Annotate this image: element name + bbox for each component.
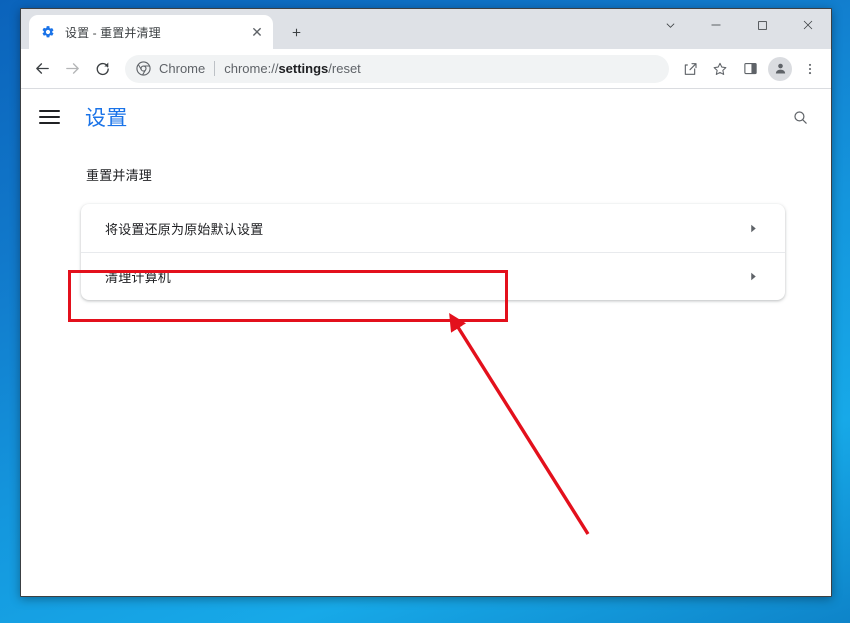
maximize-button[interactable] bbox=[739, 9, 785, 41]
back-button[interactable] bbox=[27, 54, 57, 84]
hamburger-bar bbox=[39, 122, 60, 124]
chevron-right-icon bbox=[745, 269, 761, 285]
hamburger-menu-icon[interactable] bbox=[39, 105, 63, 129]
side-panel-icon bbox=[743, 62, 757, 75]
reload-icon bbox=[96, 62, 109, 76]
url-bold-segment: settings bbox=[278, 61, 329, 76]
address-bar[interactable]: Chrome chrome://settings/reset bbox=[125, 54, 669, 83]
omnibox-scheme-label: Chrome bbox=[159, 61, 206, 76]
minimize-button[interactable] bbox=[693, 9, 739, 41]
close-window-button[interactable] bbox=[785, 9, 831, 41]
omnibox-url-text: chrome://settings/reset bbox=[224, 61, 361, 76]
settings-header: 设置 bbox=[21, 89, 831, 145]
settings-page: 设置 重置并清理 将设置还原为原始默认设置 清理计算机 bbox=[21, 89, 831, 596]
chevron-right-icon bbox=[745, 220, 761, 236]
hamburger-bar bbox=[39, 110, 60, 112]
tab-strip: 设置 - 重置并清理 ✕ bbox=[21, 9, 831, 49]
chrome-browser-window: 设置 - 重置并清理 ✕ Chrome chrome://settings/re… bbox=[20, 8, 832, 597]
browser-toolbar: Chrome chrome://settings/reset bbox=[21, 49, 831, 89]
url-prefix: chrome:// bbox=[224, 61, 279, 76]
chevron-down-icon bbox=[666, 22, 674, 28]
share-button[interactable] bbox=[675, 54, 705, 84]
tab-title: 设置 - 重置并清理 bbox=[65, 25, 161, 40]
row-clean-up-computer[interactable]: 清理计算机 bbox=[81, 252, 785, 300]
share-icon bbox=[684, 62, 697, 75]
settings-body: 重置并清理 将设置还原为原始默认设置 清理计算机 bbox=[21, 145, 831, 300]
profile-button[interactable] bbox=[765, 54, 795, 84]
tab-close-icon[interactable]: ✕ bbox=[249, 24, 265, 40]
search-settings-button[interactable] bbox=[785, 102, 815, 132]
row-label: 清理计算机 bbox=[105, 270, 172, 285]
star-icon bbox=[713, 62, 727, 75]
browser-menu-button[interactable] bbox=[795, 54, 825, 84]
gear-icon bbox=[40, 24, 56, 40]
reload-button[interactable] bbox=[87, 54, 117, 84]
profile-avatar-icon bbox=[768, 56, 792, 81]
bookmark-button[interactable] bbox=[705, 54, 735, 84]
new-tab-button[interactable] bbox=[282, 18, 310, 46]
hamburger-bar bbox=[39, 116, 60, 118]
url-suffix: /reset bbox=[328, 61, 361, 76]
omnibox-divider bbox=[214, 61, 216, 76]
plus-icon bbox=[292, 28, 300, 36]
section-title: 重置并清理 bbox=[86, 168, 153, 183]
back-arrow-icon bbox=[35, 63, 49, 74]
row-label: 将设置还原为原始默认设置 bbox=[105, 221, 264, 237]
side-panel-button[interactable] bbox=[735, 54, 765, 84]
tab-search-chevron-button[interactable] bbox=[647, 9, 693, 41]
page-title: 设置 bbox=[85, 107, 128, 130]
browser-tab-settings[interactable]: 设置 - 重置并清理 ✕ bbox=[29, 15, 273, 49]
forward-arrow-icon bbox=[65, 63, 79, 74]
close-icon bbox=[803, 20, 813, 30]
minimize-icon bbox=[711, 24, 721, 26]
forward-button[interactable] bbox=[57, 54, 87, 84]
window-caption-controls bbox=[647, 9, 831, 41]
row-restore-defaults[interactable]: 将设置还原为原始默认设置 bbox=[81, 204, 785, 252]
search-icon bbox=[793, 110, 807, 124]
maximize-icon bbox=[757, 20, 767, 30]
chrome-logo-icon bbox=[135, 61, 151, 77]
three-dot-menu-icon bbox=[808, 63, 812, 74]
reset-and-cleanup-card: 将设置还原为原始默认设置 清理计算机 bbox=[81, 204, 785, 300]
